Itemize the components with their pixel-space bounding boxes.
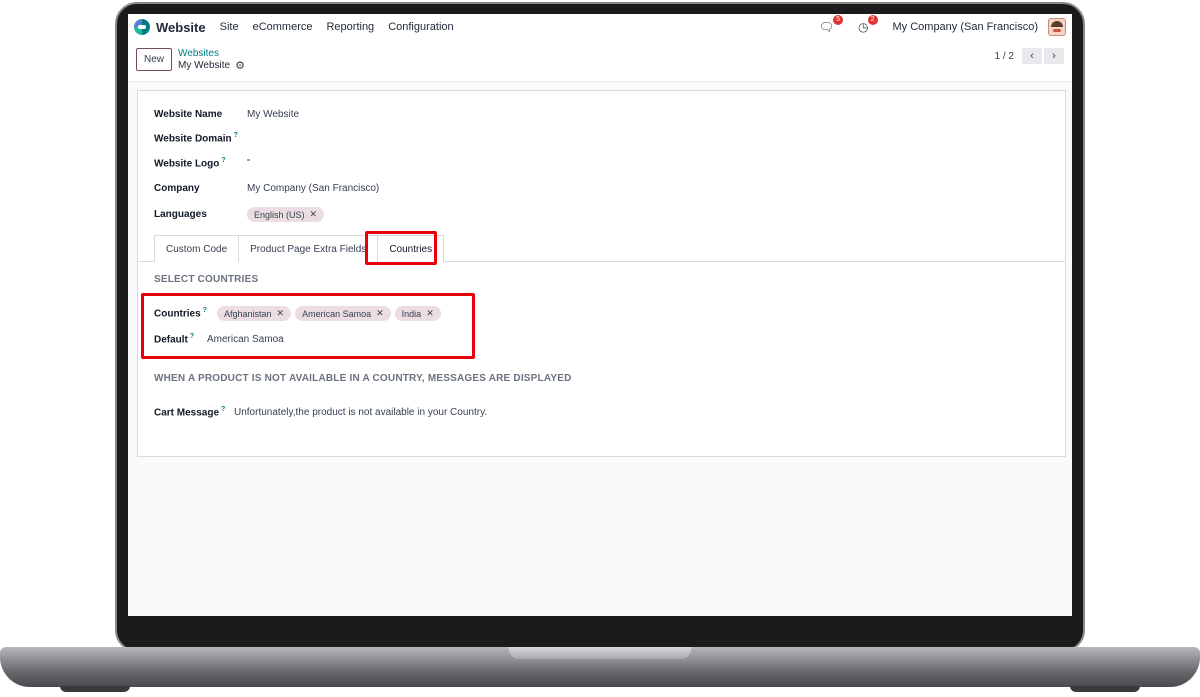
pager-previous-button[interactable]: ‹ — [1022, 48, 1042, 64]
language-tag: English (US) ✕ — [247, 207, 325, 222]
messages-icon[interactable]: 🗨 5 — [819, 15, 844, 34]
pager-value[interactable]: 1 / 2 — [995, 51, 1014, 62]
navbar-right: 🗨 5 ◷ 2 My Company (San Francisco) — [819, 15, 1066, 36]
tab-product-page-extra-fields[interactable]: Product Page Extra Fields — [238, 235, 379, 262]
cart-message-input[interactable]: Unfortunately,the product is not availab… — [234, 407, 487, 418]
website-logo-label: Website Logo? — [154, 157, 247, 169]
app-name[interactable]: Website — [156, 20, 206, 35]
website-app-icon[interactable] — [134, 19, 150, 35]
tab-custom-code[interactable]: Custom Code — [154, 235, 240, 262]
top-navbar: Website Site eCommerce Reporting Configu… — [128, 14, 1072, 40]
website-domain-input[interactable] — [247, 132, 547, 144]
website-logo-image[interactable] — [247, 159, 250, 162]
languages-label: Languages — [154, 209, 207, 220]
activities-clock-icon[interactable]: ◷ 2 — [858, 15, 878, 34]
form-sheet: Website Name My Website Website Domain? … — [137, 90, 1066, 457]
chevron-left-icon: ‹ — [1030, 50, 1034, 62]
countries-fields-highlight — [141, 293, 475, 359]
unavailable-message-section-title: WHEN A PRODUCT IS NOT AVAILABLE IN A COU… — [154, 373, 572, 384]
user-avatar[interactable] — [1048, 18, 1066, 36]
breadcrumb-websites-link[interactable]: Websites — [178, 48, 245, 60]
website-name-input[interactable]: My Website — [247, 109, 299, 120]
cart-message-label-text: Cart Message — [154, 407, 220, 419]
cart-message-label: Cart Message? — [154, 406, 234, 418]
menu-item-ecommerce[interactable]: eCommerce — [253, 21, 313, 33]
pager: 1 / 2 ‹ › — [995, 48, 1064, 64]
help-icon[interactable]: ? — [234, 132, 238, 139]
field-company: Company My Company (San Francisco) — [154, 183, 379, 194]
field-website-name: Website Name My Website — [154, 109, 299, 120]
website-domain-label: Website Domain? — [154, 132, 247, 144]
breadcrumb-current-label: My Website — [178, 60, 231, 71]
company-label: Company — [154, 183, 200, 194]
new-button[interactable]: New — [136, 48, 173, 71]
gear-icon[interactable]: ⚙ — [235, 60, 245, 72]
select-countries-section-title: SELECT COUNTRIES — [154, 274, 259, 285]
website-name-label: Website Name — [154, 109, 223, 120]
menu-item-site[interactable]: Site — [220, 21, 239, 33]
menu-item-configuration[interactable]: Configuration — [388, 21, 453, 33]
company-input[interactable]: My Company (San Francisco) — [247, 183, 379, 194]
laptop-notch — [509, 647, 691, 659]
field-cart-message: Cart Message? Unfortunately,the product … — [154, 406, 487, 418]
field-languages: Languages English (US) ✕ — [154, 207, 328, 222]
help-icon[interactable]: ? — [221, 406, 225, 413]
chevron-right-icon: › — [1052, 50, 1056, 62]
field-website-domain: Website Domain? — [154, 132, 547, 144]
website-logo-label-text: Website Logo — [154, 158, 220, 170]
website-domain-label-text: Website Domain — [154, 133, 232, 145]
breadcrumb-current: My Website ⚙ — [178, 60, 245, 72]
language-tag-label: English (US) — [254, 209, 305, 220]
control-panel: New Websites My Website ⚙ 1 / 2 ‹ › — [128, 40, 1072, 82]
pager-next-button[interactable]: › — [1044, 48, 1064, 64]
messages-badge: 5 — [833, 15, 844, 25]
laptop-foot-left — [60, 686, 130, 692]
laptop-foot-right — [1070, 686, 1140, 692]
field-website-logo: Website Logo? — [154, 157, 250, 169]
countries-tab-highlight — [365, 231, 437, 265]
help-icon[interactable]: ? — [221, 157, 225, 164]
activities-badge: 2 — [867, 15, 878, 25]
breadcrumb: Websites My Website ⚙ — [178, 48, 245, 72]
menu-item-reporting[interactable]: Reporting — [326, 21, 374, 33]
remove-tag-icon[interactable]: ✕ — [310, 209, 318, 220]
company-switcher[interactable]: My Company (San Francisco) — [893, 21, 1039, 33]
